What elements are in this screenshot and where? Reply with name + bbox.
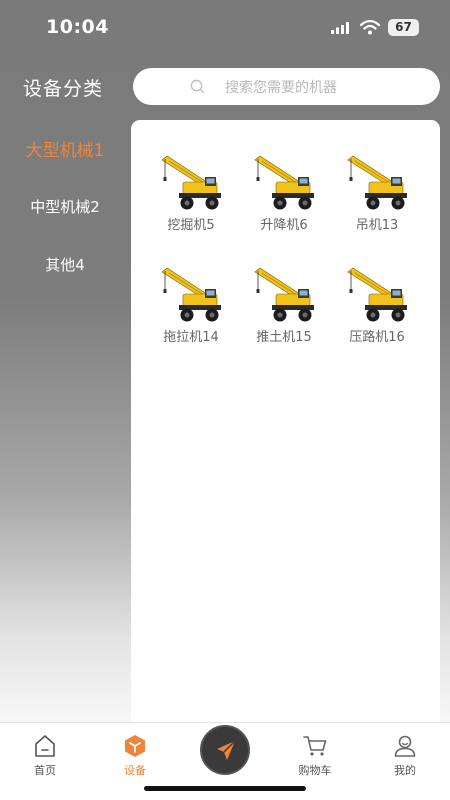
equipment-item[interactable]: 吊机13 [337,150,417,240]
sidebar-item-other[interactable]: 其他4 [0,254,130,275]
equipment-item[interactable]: 拖拉机14 [151,262,231,352]
search-bar[interactable] [133,68,440,105]
crane-icon [254,267,314,322]
equipment-item[interactable]: 压路机16 [337,262,417,352]
center-publish-button[interactable] [200,725,250,775]
equipment-item[interactable]: 推土机15 [244,262,324,352]
crane-icon [161,155,221,210]
tab-home[interactable]: 首页 [15,733,75,783]
crane-icon [161,267,221,322]
equipment-label: 拖拉机14 [163,330,219,345]
equipment-cube-icon [125,735,145,757]
cart-icon [303,736,327,756]
tab-profile[interactable]: 我的 [375,733,435,783]
tab-equipment[interactable]: 设备 [105,733,165,783]
equipment-item[interactable]: 升降机6 [244,150,324,240]
home-indicator [144,786,306,791]
crane-icon [347,155,407,210]
tab-equipment-label: 设备 [124,764,146,777]
home-icon [35,735,55,757]
equipment-label: 压路机16 [349,330,405,345]
send-icon [217,740,236,760]
tab-profile-label: 我的 [394,764,416,777]
equipment-label: 挖掘机5 [167,218,215,233]
status-time: 10:04 [46,16,109,38]
tab-home-label: 首页 [34,764,56,777]
equipment-label: 吊机13 [355,218,399,233]
profile-icon [394,735,416,757]
crane-icon [347,267,407,322]
battery-indicator: 67 [388,19,419,36]
sidebar-item-medium-machinery[interactable]: 中型机械2 [0,196,130,217]
equipment-label: 升降机6 [260,218,308,233]
tab-cart-label: 购物车 [298,764,332,777]
search-input[interactable] [225,77,425,97]
equipment-label: 推土机15 [256,330,312,345]
equipment-item[interactable]: 挖掘机5 [151,150,231,240]
status-bar: 10:04 67 [0,0,450,56]
tab-cart[interactable]: 购物车 [285,733,345,783]
sidebar-item-large-machinery[interactable]: 大型机械1 [0,136,130,161]
equipment-panel: 挖掘机5 升降机6 吊机13 拖拉机14 推土机15 压路机16 [131,120,440,735]
crane-icon [254,155,314,210]
search-icon [190,79,205,94]
sidebar-title: 设备分类 [22,78,103,100]
cellular-signal-icon [331,22,349,34]
wifi-icon [360,19,380,35]
